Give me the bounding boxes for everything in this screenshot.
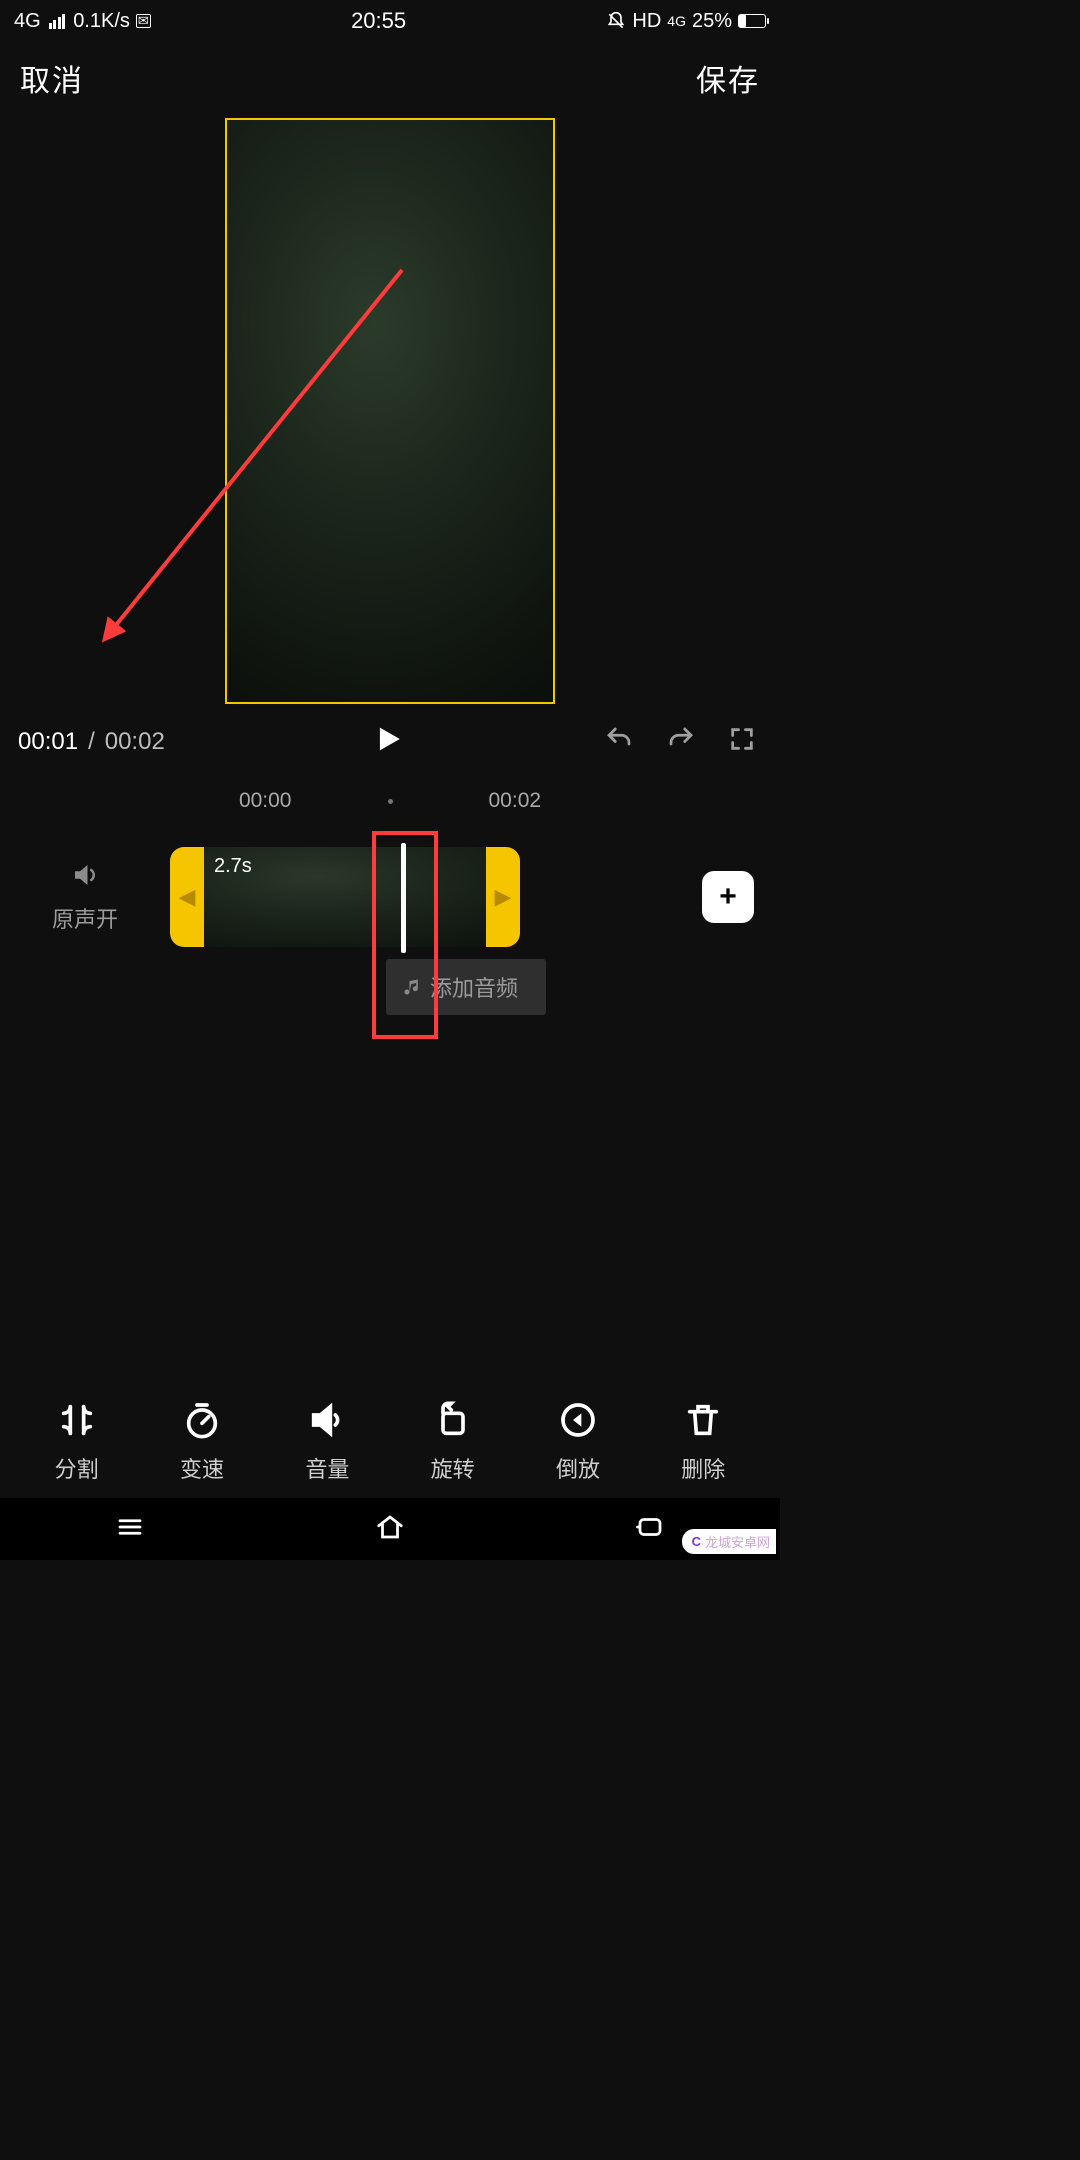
tool-bar: 分割 变速 音量 旋转 倒放 删除 (0, 1400, 780, 1484)
clock: 20:55 (351, 8, 406, 34)
tool-speed[interactable]: 变速 (180, 1400, 224, 1484)
mail-icon: ✉ (136, 14, 151, 28)
tool-delete[interactable]: 删除 (681, 1400, 725, 1484)
nav-menu-button[interactable] (115, 1512, 145, 1547)
clip-handle-right[interactable]: ▶ (486, 847, 520, 947)
editor-header: 取消 保存 (0, 42, 780, 114)
net2-label: 4G (667, 13, 686, 29)
nav-home-button[interactable] (375, 1512, 405, 1547)
tool-reverse[interactable]: 倒放 (556, 1400, 600, 1484)
clip-duration: 2.7s (214, 855, 252, 878)
signal-icon (49, 14, 66, 29)
original-sound-icon[interactable] (70, 860, 100, 896)
tick-end: 00:02 (489, 789, 542, 813)
clip-handle-left[interactable]: ◀ (170, 847, 204, 947)
original-sound-label[interactable]: 原声开 (52, 902, 118, 934)
redo-button[interactable] (666, 724, 696, 759)
hd-label: HD (632, 10, 661, 33)
current-time: 00:01 (18, 728, 78, 756)
battery-pct: 25% (692, 10, 732, 33)
add-clip-button[interactable]: + (702, 871, 754, 923)
time-display: 00:01 / 00:02 (18, 728, 165, 756)
play-button[interactable] (370, 722, 404, 761)
save-button[interactable]: 保存 (696, 56, 760, 100)
watermark: C龙城安卓网 (682, 1529, 776, 1554)
video-preview[interactable] (225, 118, 555, 704)
tool-split[interactable]: 分割 (55, 1400, 99, 1484)
tool-rotate[interactable]: 旋转 (431, 1400, 475, 1484)
timeline[interactable]: 00:00 00:02 原声开 ◀ 2.7s ▶ + 添加音频 (0, 789, 780, 1049)
tick-dot (388, 799, 393, 804)
video-clip[interactable]: ◀ 2.7s ▶ (170, 847, 520, 947)
net-speed: 0.1K/s (73, 10, 130, 33)
tick-start: 00:00 (239, 789, 292, 813)
tool-volume[interactable]: 音量 (305, 1400, 349, 1484)
playback-controls: 00:01 / 00:02 (0, 704, 780, 761)
status-bar: 4G 0.1K/s ✉ 20:55 HD 4G 25% (0, 0, 780, 42)
undo-button[interactable] (604, 724, 634, 759)
mute-icon (606, 11, 626, 31)
cancel-button[interactable]: 取消 (20, 56, 84, 100)
total-time: 00:02 (105, 728, 165, 756)
fullscreen-button[interactable] (728, 725, 756, 758)
annotation-box (372, 831, 438, 1039)
network-label: 4G (14, 10, 41, 33)
system-nav-bar (0, 1498, 780, 1560)
nav-back-button[interactable] (635, 1512, 665, 1547)
battery-icon (738, 14, 766, 28)
